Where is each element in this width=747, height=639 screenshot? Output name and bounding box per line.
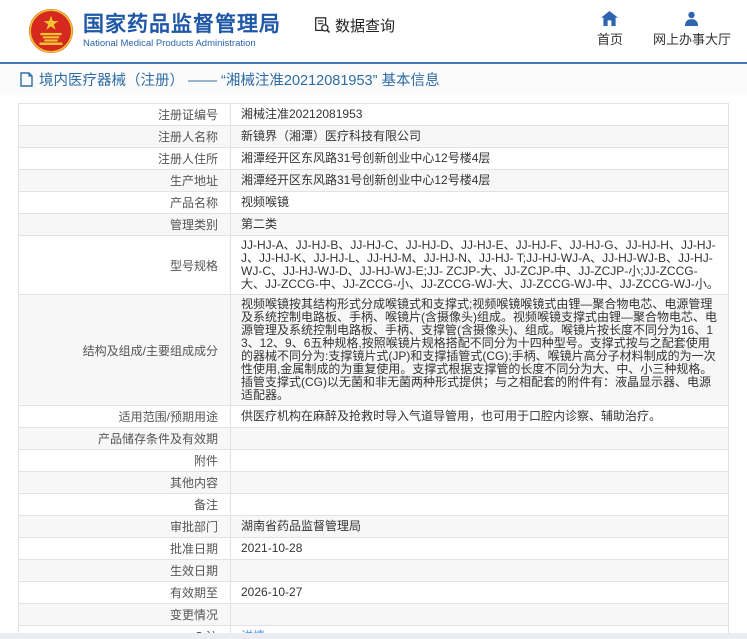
- table-row: 管理类别 第二类: [19, 214, 729, 236]
- field-value: [231, 494, 729, 516]
- nav-home[interactable]: 首页: [597, 11, 623, 48]
- field-label: 注册证编号: [19, 104, 231, 126]
- field-label: 备注: [19, 494, 231, 516]
- org-name-zh: 国家药品监督管理局: [83, 13, 281, 37]
- field-label: 型号规格: [19, 236, 231, 295]
- footer-strip: [0, 633, 747, 639]
- field-value: 供医疗机构在麻醉及抢救时导入气道导管用，也可用于口腔内诊察、辅助治疗。: [231, 406, 729, 428]
- field-label: 结构及组成/主要组成成分: [19, 295, 231, 406]
- table-row: 备注: [19, 494, 729, 516]
- table-row: 附件: [19, 450, 729, 472]
- table-row: 产品名称 视频喉镜: [19, 192, 729, 214]
- field-value: 湖南省药品监督管理局: [231, 516, 729, 538]
- home-icon: [601, 11, 618, 26]
- national-emblem-icon: [28, 8, 74, 54]
- nav-service-hall-label: 网上办事大厅: [653, 29, 731, 48]
- org-names: 国家药品监督管理局 National Medical Products Admi…: [83, 13, 281, 49]
- site-logo[interactable]: 国家药品监督管理局 National Medical Products Admi…: [28, 8, 281, 54]
- table-row: 批准日期 2021-10-28: [19, 538, 729, 560]
- table-row: 生产地址 湘潭经开区东风路31号创新创业中心12号楼4层: [19, 170, 729, 192]
- field-label: 产品储存条件及有效期: [19, 428, 231, 450]
- field-label: 产品名称: [19, 192, 231, 214]
- table-row: 生效日期: [19, 560, 729, 582]
- field-label: 变更情况: [19, 604, 231, 626]
- page-title-bar: 境内医疗器械（注册） —— “湘械注准20212081953” 基本信息: [0, 62, 747, 95]
- field-label: 生产地址: [19, 170, 231, 192]
- field-label: 有效期至: [19, 582, 231, 604]
- field-value: 湘械注准20212081953: [231, 104, 729, 126]
- field-label: 适用范围/预期用途: [19, 406, 231, 428]
- user-icon: [684, 11, 699, 26]
- page-title: 境内医疗器械（注册） —— “湘械注准20212081953” 基本信息: [39, 69, 439, 90]
- table-row: 其他内容: [19, 472, 729, 494]
- nav-home-label: 首页: [597, 29, 623, 48]
- field-value: 新镜界（湘潭）医疗科技有限公司: [231, 126, 729, 148]
- page: 国家药品监督管理局 National Medical Products Admi…: [0, 0, 747, 639]
- table-row: 审批部门 湖南省药品监督管理局: [19, 516, 729, 538]
- nav-data-query[interactable]: 数据查询: [313, 15, 395, 36]
- table-row: 有效期至 2026-10-27: [19, 582, 729, 604]
- field-label: 管理类别: [19, 214, 231, 236]
- field-value: 湘潭经开区东风路31号创新创业中心12号楼4层: [231, 170, 729, 192]
- field-value: 湘潭经开区东风路31号创新创业中心12号楼4层: [231, 148, 729, 170]
- field-label: 附件: [19, 450, 231, 472]
- registration-info-table: 注册证编号 湘械注准20212081953 注册人名称 新镜界（湘潭）医疗科技有…: [18, 103, 729, 639]
- field-label: 注册人住所: [19, 148, 231, 170]
- document-icon: [20, 72, 33, 87]
- table-row: 变更情况: [19, 604, 729, 626]
- field-label: 其他内容: [19, 472, 231, 494]
- field-value: [231, 560, 729, 582]
- field-value: [231, 428, 729, 450]
- field-value: 2021-10-28: [231, 538, 729, 560]
- nav-data-query-label: 数据查询: [335, 15, 395, 36]
- header-right-nav: 首页 网上办事大厅: [597, 11, 737, 48]
- field-label: 生效日期: [19, 560, 231, 582]
- field-value: 视频喉镜按其结构形式分成喉镜式和支撑式;视频喉镜喉镜式由锂—聚合物电芯、电源管理…: [231, 295, 729, 406]
- org-name-en: National Medical Products Administration: [83, 38, 281, 49]
- field-label: 注册人名称: [19, 126, 231, 148]
- table-row: 注册证编号 湘械注准20212081953: [19, 104, 729, 126]
- field-value: 视频喉镜: [231, 192, 729, 214]
- table-row: 产品储存条件及有效期: [19, 428, 729, 450]
- field-value: 2026-10-27: [231, 582, 729, 604]
- field-label: 批准日期: [19, 538, 231, 560]
- table-row: 注册人住所 湘潭经开区东风路31号创新创业中心12号楼4层: [19, 148, 729, 170]
- field-value: 第二类: [231, 214, 729, 236]
- field-value: [231, 604, 729, 626]
- registration-info: 注册证编号 湘械注准20212081953 注册人名称 新镜界（湘潭）医疗科技有…: [18, 103, 729, 639]
- table-row: 适用范围/预期用途 供医疗机构在麻醉及抢救时导入气道导管用，也可用于口腔内诊察、…: [19, 406, 729, 428]
- field-label: 审批部门: [19, 516, 231, 538]
- table-row: 结构及组成/主要组成成分 视频喉镜按其结构形式分成喉镜式和支撑式;视频喉镜喉镜式…: [19, 295, 729, 406]
- data-query-icon: [313, 16, 331, 34]
- field-value: [231, 472, 729, 494]
- field-value: JJ-HJ-A、JJ-HJ-B、JJ-HJ-C、JJ-HJ-D、JJ-HJ-E、…: [231, 236, 729, 295]
- table-row: 注册人名称 新镜界（湘潭）医疗科技有限公司: [19, 126, 729, 148]
- field-value: [231, 450, 729, 472]
- table-row: 型号规格 JJ-HJ-A、JJ-HJ-B、JJ-HJ-C、JJ-HJ-D、JJ-…: [19, 236, 729, 295]
- nav-service-hall[interactable]: 网上办事大厅: [653, 11, 731, 48]
- site-header: 国家药品监督管理局 National Medical Products Admi…: [0, 0, 747, 62]
